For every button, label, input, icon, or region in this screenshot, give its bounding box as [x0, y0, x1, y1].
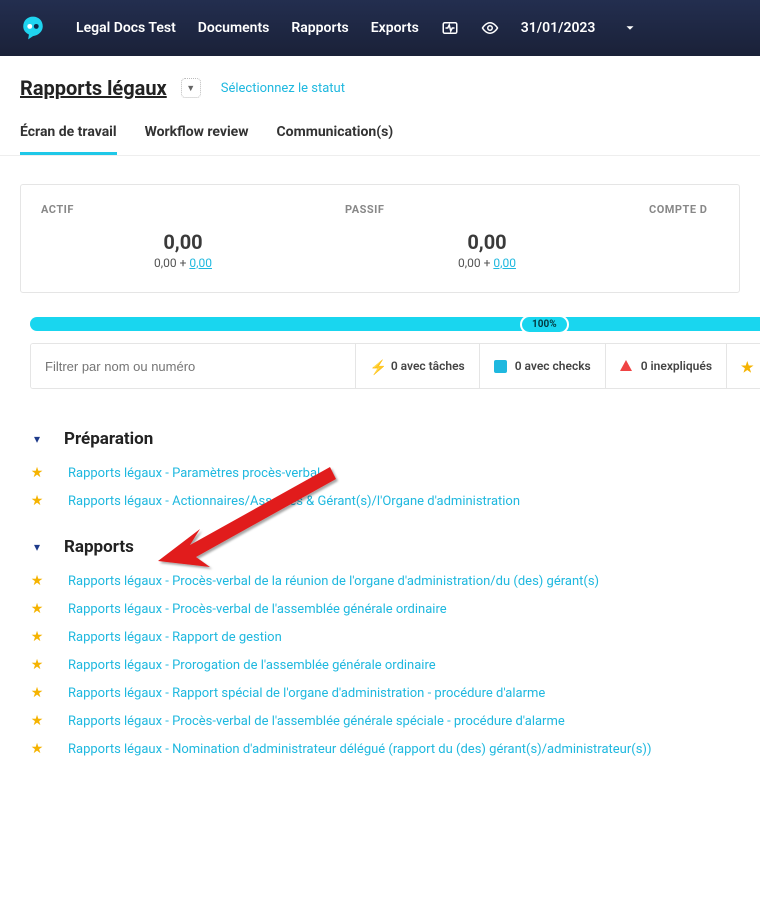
section-rapports-title: Rapports	[64, 537, 134, 557]
progress-bar: 100%	[30, 317, 760, 331]
summary-actif-value: 0,00	[31, 230, 335, 254]
report-link[interactable]: Rapports légaux - Procès-verbal de l'ass…	[68, 602, 447, 617]
report-link[interactable]: Rapports légaux - Nomination d'administr…	[68, 742, 651, 757]
section-preparation-header: ▾ Préparation	[30, 429, 760, 449]
star-icon[interactable]: ★	[30, 741, 44, 757]
section-preparation-title: Préparation	[64, 429, 153, 449]
star-icon[interactable]: ★	[30, 465, 44, 481]
report-link[interactable]: Rapports légaux - Rapport spécial de l'o…	[68, 686, 545, 701]
star-icon[interactable]: ★	[30, 601, 44, 617]
report-link[interactable]: Rapports légaux - Rapport de gestion	[68, 630, 282, 645]
star-icon: ★	[741, 360, 754, 373]
chip-tasks[interactable]: ⚡ 0 avec tâches	[355, 344, 479, 388]
tabs: Écran de travail Workflow review Communi…	[0, 110, 760, 156]
check-square-icon	[494, 360, 507, 373]
report-link[interactable]: Rapports légaux - Procès-verbal de la ré…	[68, 574, 599, 589]
list-item: ★ Rapports légaux - Prorogation de l'ass…	[30, 651, 760, 679]
title-dropdown-button[interactable]: ▼	[181, 78, 201, 98]
list-item: ★ Rapports légaux - Procès-verbal de l'a…	[30, 707, 760, 735]
report-link[interactable]: Rapports légaux - Procès-verbal de l'ass…	[68, 714, 565, 729]
summary-actif-sub: 0,00 + 0,00	[31, 256, 335, 270]
summary-actif-link[interactable]: 0,00	[189, 256, 212, 270]
nav-date[interactable]: 31/01/2023	[521, 20, 596, 36]
tab-workflow[interactable]: Workflow review	[145, 124, 249, 155]
list-item: ★ Rapports légaux - Rapport spécial de l…	[30, 679, 760, 707]
star-icon[interactable]: ★	[30, 685, 44, 701]
filter-input[interactable]	[31, 344, 355, 388]
page-title[interactable]: Rapports légaux	[20, 76, 167, 100]
eye-icon[interactable]	[481, 19, 499, 37]
star-icon[interactable]: ★	[30, 629, 44, 645]
top-nav: Legal Docs Test Documents Rapports Expor…	[0, 0, 760, 56]
nav-brand[interactable]: Legal Docs Test	[76, 20, 176, 36]
summary-passif-value: 0,00	[335, 230, 639, 254]
chip-unexplained[interactable]: 0 inexpliqués	[605, 344, 726, 388]
report-link[interactable]: Rapports légaux - Actionnaires/Associés …	[68, 494, 520, 509]
chevron-down-icon[interactable]: ▾	[30, 540, 44, 554]
filter-row: ⚡ 0 avec tâches 0 avec checks 0 inexpliq…	[30, 343, 760, 389]
report-link[interactable]: Rapports légaux - Paramètres procès-verb…	[68, 466, 320, 481]
summary-compte-label: COMPTE D	[639, 203, 729, 216]
report-link[interactable]: Rapports légaux - Prorogation de l'assem…	[68, 658, 436, 673]
summary-passif-sub: 0,00 + 0,00	[335, 256, 639, 270]
status-select-link[interactable]: Sélectionnez le statut	[221, 81, 345, 96]
chip-checks[interactable]: 0 avec checks	[479, 344, 605, 388]
page-header: Rapports légaux ▼ Sélectionnez le statut	[0, 56, 760, 110]
progress-pct: 100%	[520, 315, 569, 334]
nav-exports[interactable]: Exports	[371, 20, 419, 36]
list-item: ★ Rapports légaux - Nomination d'adminis…	[30, 735, 760, 763]
chevron-down-icon[interactable]	[621, 19, 639, 37]
section-rapports-header: ▾ Rapports	[30, 537, 760, 557]
list-item: ★ Rapports légaux - Procès-verbal de l'a…	[30, 595, 760, 623]
chevron-down-icon[interactable]: ▾	[30, 432, 44, 446]
star-icon[interactable]: ★	[30, 573, 44, 589]
list-item: ★ Rapports légaux - Paramètres procès-ve…	[30, 459, 760, 487]
sections: ▾ Préparation ★ Rapports légaux - Paramè…	[30, 429, 760, 763]
summary-passif-label: PASSIF	[335, 203, 639, 216]
summary-card: ACTIF 0,00 0,00 + 0,00 PASSIF 0,00 0,00 …	[20, 184, 740, 293]
list-item: ★ Rapports légaux - Rapport de gestion	[30, 623, 760, 651]
chip-star[interactable]: ★	[726, 344, 760, 388]
warning-triangle-icon	[620, 360, 633, 373]
list-item: ★ Rapports légaux - Procès-verbal de la …	[30, 567, 760, 595]
tab-comms[interactable]: Communication(s)	[277, 124, 394, 155]
nav-rapports[interactable]: Rapports	[291, 20, 348, 36]
pulse-icon[interactable]	[441, 19, 459, 37]
star-icon[interactable]: ★	[30, 713, 44, 729]
list-item: ★ Rapports légaux - Actionnaires/Associé…	[30, 487, 760, 515]
summary-actif-label: ACTIF	[31, 203, 335, 216]
tab-workscreen[interactable]: Écran de travail	[20, 124, 117, 155]
bolt-icon: ⚡	[370, 360, 383, 373]
summary-passif-link[interactable]: 0,00	[493, 256, 516, 270]
nav-documents[interactable]: Documents	[198, 20, 270, 36]
star-icon[interactable]: ★	[30, 657, 44, 673]
brand-logo-icon	[20, 15, 46, 41]
star-icon[interactable]: ★	[30, 493, 44, 509]
